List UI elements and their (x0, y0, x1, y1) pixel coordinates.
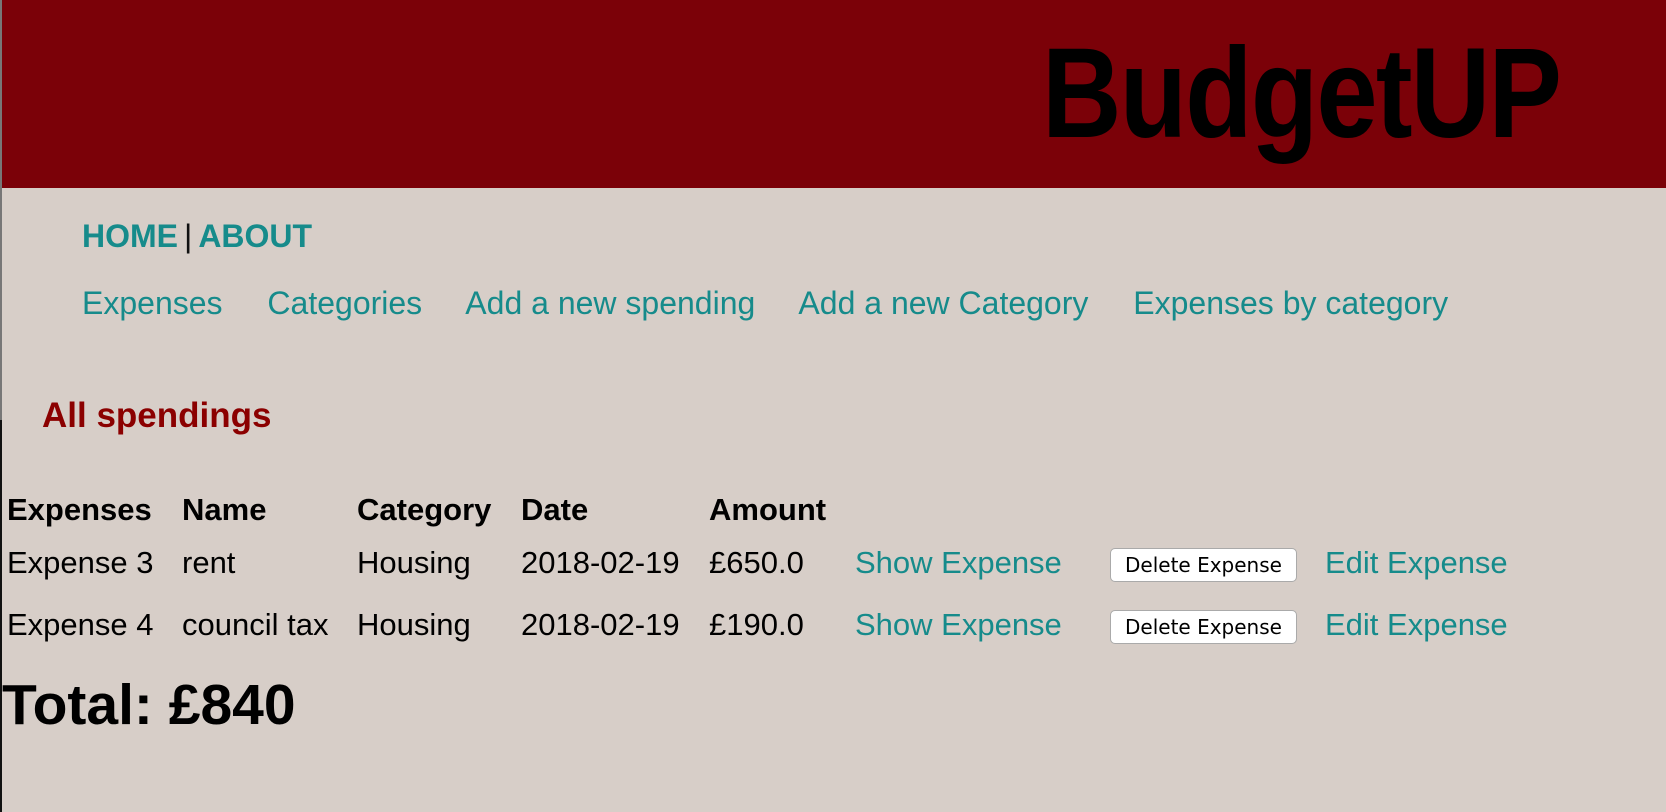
edit-expense-cell: Edit Expense (1320, 594, 1518, 656)
expense-id-cell: Expense 4 (7, 607, 154, 642)
nav-home-link[interactable]: HOME (82, 218, 178, 254)
expense-name-cell: council tax (182, 607, 329, 642)
column-header-name: Name (182, 492, 267, 527)
show-expense-link[interactable]: Show Expense (855, 607, 1062, 642)
table-header-row: Expenses Name Category Date Amount (2, 488, 1518, 532)
page-title: All spendings (42, 396, 272, 435)
show-expense-cell: Show Expense (850, 594, 1105, 656)
expense-category-cell: Housing (357, 607, 471, 642)
column-header-category: Category (357, 492, 492, 527)
expense-category-cell: Housing (357, 545, 471, 580)
column-header-date: Date (521, 492, 589, 527)
top-nav: HOME | ABOUT (82, 218, 312, 255)
subnav-add-category-link[interactable]: Add a new Category (798, 285, 1088, 321)
delete-expense-cell: Delete Expense (1105, 532, 1320, 594)
brand-logo-text: BudgetUP (1042, 22, 1562, 165)
expense-date-cell: 2018-02-19 (521, 545, 680, 580)
edit-expense-link[interactable]: Edit Expense (1325, 545, 1508, 580)
show-expense-cell: Show Expense (850, 532, 1105, 594)
column-header-delete (1105, 488, 1320, 532)
section-nav: Expenses Categories Add a new spending A… (82, 285, 1484, 322)
column-header-expenses: Expenses (7, 492, 152, 527)
delete-expense-cell: Delete Expense (1105, 594, 1320, 656)
subnav-expenses-by-category-link[interactable]: Expenses by category (1133, 285, 1448, 321)
expense-name-cell: rent (182, 545, 236, 580)
subnav-add-spending-link[interactable]: Add a new spending (465, 285, 755, 321)
nav-separator: | (184, 218, 193, 254)
total-amount: Total: £840 (2, 673, 296, 737)
column-header-amount: Amount (709, 492, 827, 527)
table-row: Expense 3 rent Housing 2018-02-19 £650.0… (2, 532, 1518, 594)
delete-expense-button[interactable]: Delete Expense (1110, 610, 1297, 645)
expenses-table: Expenses Name Category Date Amount Expen… (2, 488, 1518, 656)
column-header-show (850, 488, 1105, 532)
delete-expense-button[interactable]: Delete Expense (1110, 548, 1297, 583)
subnav-expenses-link[interactable]: Expenses (82, 285, 223, 321)
expense-amount-cell: £650.0 (709, 545, 804, 580)
show-expense-link[interactable]: Show Expense (855, 545, 1062, 580)
table-row: Expense 4 council tax Housing 2018-02-19… (2, 594, 1518, 656)
subnav-categories-link[interactable]: Categories (267, 285, 422, 321)
edit-expense-link[interactable]: Edit Expense (1325, 607, 1508, 642)
expense-id-cell: Expense 3 (7, 545, 154, 580)
expense-amount-cell: £190.0 (709, 607, 804, 642)
site-header: BudgetUP (2, 0, 1666, 188)
edit-expense-cell: Edit Expense (1320, 532, 1518, 594)
nav-about-link[interactable]: ABOUT (198, 218, 312, 254)
expense-date-cell: 2018-02-19 (521, 607, 680, 642)
column-header-edit (1320, 488, 1518, 532)
